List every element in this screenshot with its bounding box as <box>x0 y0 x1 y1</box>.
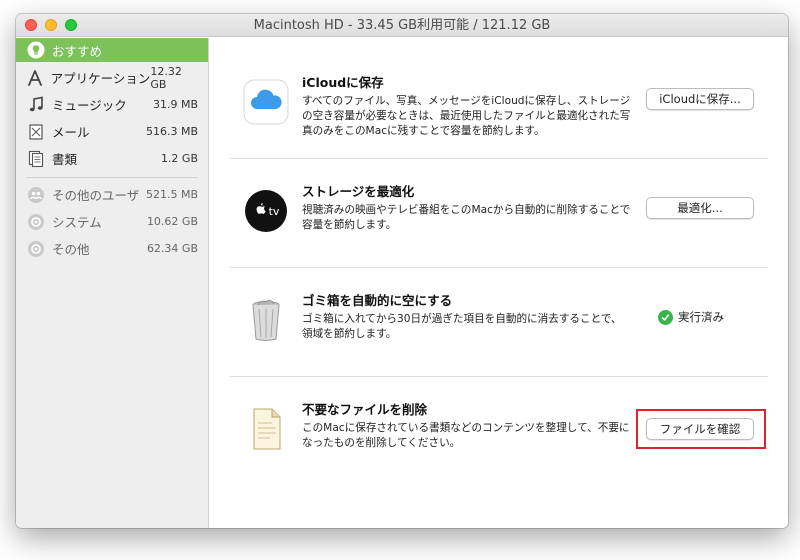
recommendation-title: 不要なファイルを削除 <box>302 399 632 418</box>
status-label: 実行済み <box>678 309 724 325</box>
sidebar-item-mail[interactable]: メール 516.3 MB <box>16 118 208 145</box>
icloud-icon <box>242 78 290 126</box>
lightbulb-icon <box>26 40 46 60</box>
sidebar-item-system[interactable]: システム 10.62 GB <box>16 208 208 235</box>
recommendation-description: ゴミ箱に入れてから30日が過ぎた項目を自動的に消去することで、領域を節約します。 <box>302 312 632 342</box>
sidebar-item-other[interactable]: その他 62.34 GB <box>16 235 208 262</box>
review-files-button[interactable]: ファイルを確認 <box>646 418 754 440</box>
recommendation-empty-trash: ゴミ箱を自動的に空にする ゴミ箱に入れてから30日が過ぎた項目を自動的に消去する… <box>230 268 768 376</box>
system-icon <box>26 212 46 232</box>
sidebar-item-size: 10.62 GB <box>147 215 208 228</box>
recommendation-title: ストレージを最適化 <box>302 181 632 200</box>
sidebar-item-size: 1.2 GB <box>161 152 208 165</box>
applications-icon <box>26 68 45 88</box>
sidebar-item-other-users[interactable]: その他のユーザ 521.5 MB <box>16 181 208 208</box>
sidebar-item-size: 516.3 MB <box>146 125 208 138</box>
recommendation-title: iCloudに保存 <box>302 72 632 91</box>
sidebar-item-size: 31.9 MB <box>153 98 208 111</box>
sidebar-item-label: おすすめ <box>52 41 208 60</box>
recommendation-text: ゴミ箱を自動的に空にする ゴミ箱に入れてから30日が過ぎた項目を自動的に消去する… <box>302 290 632 342</box>
recommendation-text: 不要なファイルを削除 このMacに保存されている書類などのコンテンツを整理して、… <box>302 399 632 451</box>
title-bar: Macintosh HD - 33.45 GB利用可能 / 121.12 GB <box>16 14 788 37</box>
checkmark-icon <box>658 310 673 325</box>
sidebar-item-size: 521.5 MB <box>146 188 208 201</box>
window-title: Macintosh HD - 33.45 GB利用可能 / 121.12 GB <box>16 14 788 37</box>
recommendation-optimize-storage: tv ストレージを最適化 視聴済みの映画やテレビ番組をこのMacから自動的に削除… <box>230 159 768 267</box>
sidebar-item-size: 62.34 GB <box>147 242 208 255</box>
trash-icon <box>242 296 290 344</box>
users-icon <box>26 185 46 205</box>
sidebar-item-recommendations[interactable]: おすすめ <box>16 38 208 62</box>
recommendation-text: iCloudに保存 すべてのファイル、写真、メッセージをiCloudに保存し、ス… <box>302 72 632 139</box>
other-icon <box>26 239 46 259</box>
store-in-icloud-button[interactable]: iCloudに保存... <box>646 88 754 110</box>
sidebar-item-size: 12.32 GB <box>150 65 208 91</box>
recommendations-panel: iCloudに保存 すべてのファイル、写真、メッセージをiCloudに保存し、ス… <box>210 38 788 528</box>
sidebar-item-label: その他 <box>52 239 147 258</box>
recommendation-description: このMacに保存されている書類などのコンテンツを整理して、不要になったものを削除… <box>302 421 632 451</box>
recommendation-text: ストレージを最適化 視聴済みの映画やテレビ番組をこのMacから自動的に削除するこ… <box>302 181 632 233</box>
sidebar-item-label: メール <box>52 122 146 141</box>
sidebar-item-label: ミュージック <box>52 95 153 114</box>
sidebar-item-label: アプリケーション <box>51 68 151 87</box>
sidebar-item-label: その他のユーザ <box>52 185 146 204</box>
completed-status: 実行済み <box>658 309 724 325</box>
optimize-button[interactable]: 最適化... <box>646 197 754 219</box>
sidebar-item-label: システム <box>52 212 147 231</box>
sidebar-item-documents[interactable]: 書類 1.2 GB <box>16 145 208 172</box>
storage-management-window: Macintosh HD - 33.45 GB利用可能 / 121.12 GB … <box>16 14 788 528</box>
sidebar-item-label: 書類 <box>52 149 161 168</box>
sidebar-divider <box>26 177 198 178</box>
recommendation-title: ゴミ箱を自動的に空にする <box>302 290 632 309</box>
sidebar-item-music[interactable]: ミュージック 31.9 MB <box>16 91 208 118</box>
recommendation-reduce-clutter: 不要なファイルを削除 このMacに保存されている書類などのコンテンツを整理して、… <box>230 377 768 485</box>
document-icon <box>242 405 290 453</box>
sidebar-item-applications[interactable]: アプリケーション 12.32 GB <box>16 64 208 91</box>
apple-tv-icon: tv <box>242 187 290 235</box>
mail-icon <box>26 122 46 142</box>
apple-tv-label: tv <box>269 205 280 218</box>
recommendation-icloud: iCloudに保存 すべてのファイル、写真、メッセージをiCloudに保存し、ス… <box>230 50 768 158</box>
documents-icon <box>26 149 46 169</box>
sidebar: おすすめ アプリケーション 12.32 GB ミュージック 31.9 MB メー… <box>16 38 209 528</box>
recommendation-description: すべてのファイル、写真、メッセージをiCloudに保存し、ストレージの空き容量が… <box>302 94 632 139</box>
recommendation-description: 視聴済みの映画やテレビ番組をこのMacから自動的に削除することで容量を節約します… <box>302 203 632 233</box>
music-note-icon <box>26 95 46 115</box>
